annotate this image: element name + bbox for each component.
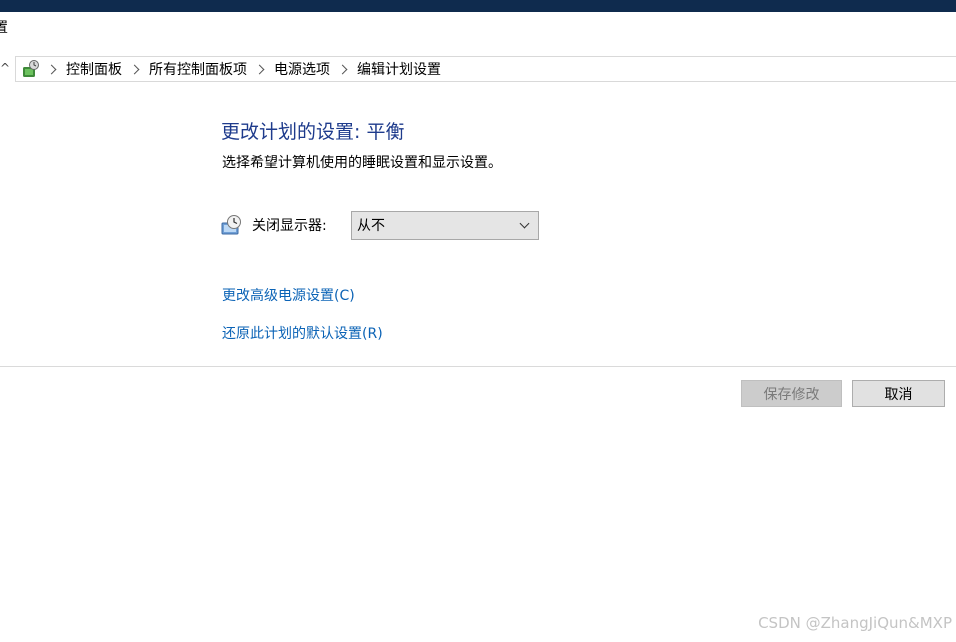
display-off-row: 关闭显示器: 从不 bbox=[221, 210, 539, 240]
cancel-button[interactable]: 取消 bbox=[852, 380, 945, 407]
up-arrow-icon[interactable]: ^ bbox=[0, 61, 10, 75]
chevron-right-icon[interactable] bbox=[337, 64, 348, 74]
page-subtitle: 选择希望计算机使用的睡眠设置和显示设置。 bbox=[222, 155, 502, 171]
breadcrumb-edit-plan[interactable]: 编辑计划设置 bbox=[330, 59, 441, 79]
watermark: CSDN @ZhangJiQun&MXP bbox=[758, 614, 952, 632]
breadcrumb-label[interactable]: 电源选项 bbox=[274, 59, 330, 79]
page-title: 更改计划的设置: 平衡 bbox=[221, 121, 405, 143]
monitor-clock-icon bbox=[221, 215, 241, 235]
breadcrumb-label[interactable]: 编辑计划设置 bbox=[357, 59, 441, 79]
divider bbox=[0, 366, 956, 367]
window-title: 置 bbox=[0, 20, 8, 36]
chevron-right-icon[interactable] bbox=[46, 64, 57, 74]
display-off-select[interactable]: 从不 bbox=[351, 210, 539, 240]
restore-defaults-link[interactable]: 还原此计划的默认设置(R) bbox=[222, 324, 383, 344]
chevron-down-icon[interactable] bbox=[519, 218, 530, 228]
breadcrumb-all-items[interactable]: 所有控制面板项 bbox=[122, 59, 247, 79]
chevron-right-icon[interactable] bbox=[129, 64, 140, 74]
breadcrumb-control-panel[interactable]: 控制面板 bbox=[41, 59, 122, 79]
control-panel-icon bbox=[23, 60, 39, 77]
advanced-power-settings-link[interactable]: 更改高级电源设置(C) bbox=[222, 286, 355, 306]
window-top-bar bbox=[0, 0, 956, 12]
breadcrumb-power-options[interactable]: 电源选项 bbox=[247, 59, 330, 79]
chevron-right-icon[interactable] bbox=[254, 64, 265, 74]
save-button[interactable]: 保存修改 bbox=[741, 380, 842, 407]
display-off-value[interactable]: 从不 bbox=[357, 215, 385, 235]
breadcrumb-label[interactable]: 控制面板 bbox=[66, 59, 122, 79]
display-off-label: 关闭显示器: bbox=[252, 218, 327, 234]
breadcrumb-label[interactable]: 所有控制面板项 bbox=[149, 59, 247, 79]
address-bar[interactable]: 控制面板 所有控制面板项 电源选项 编辑计划设置 bbox=[15, 56, 956, 82]
